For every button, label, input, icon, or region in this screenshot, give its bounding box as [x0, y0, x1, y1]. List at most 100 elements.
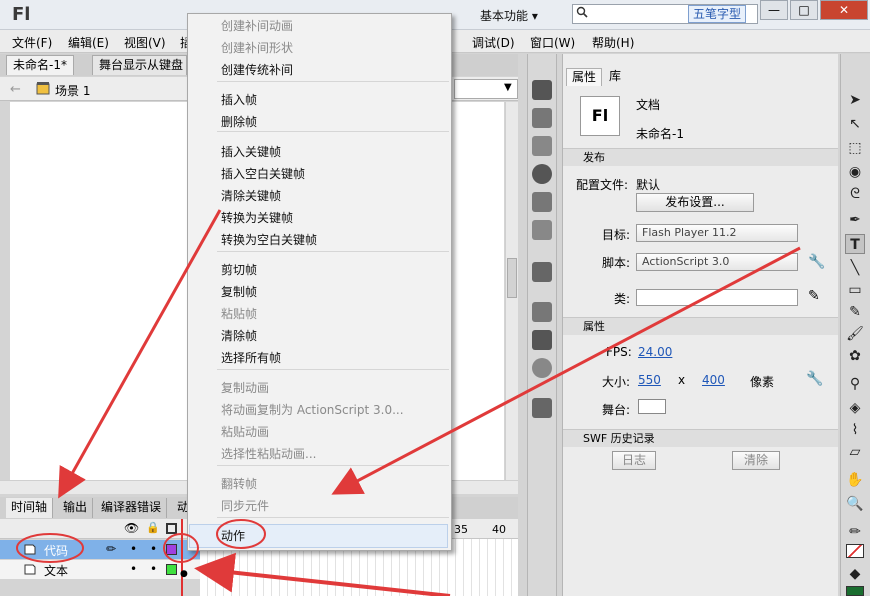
menu-file[interactable]: 文件(F) [12, 34, 52, 51]
scroll-thumb[interactable] [507, 258, 517, 298]
stage-color-swatch[interactable] [638, 399, 666, 414]
back-arrow-icon[interactable]: ← [10, 82, 21, 97]
height-value[interactable]: 400 [702, 373, 725, 387]
playhead[interactable] [181, 519, 183, 596]
fill-color-swatch[interactable] [846, 586, 864, 596]
history-icon[interactable] [532, 220, 552, 240]
pencil-icon[interactable]: ✎ [808, 288, 820, 304]
doc-tab-active[interactable]: 未命名-1* [6, 55, 74, 75]
ime-indicator[interactable]: 五笔字型 [688, 5, 747, 23]
pencil-tool-icon[interactable]: ✎ [845, 302, 865, 322]
3d-rotation-tool-icon[interactable]: ◉ [845, 162, 865, 182]
context-menu-item[interactable]: 同步元件 [221, 495, 269, 517]
menu-view[interactable]: 视图(V) [124, 34, 166, 51]
eye-icon[interactable]: 👁 [124, 521, 139, 535]
eraser-tool-icon[interactable]: ▱ [845, 442, 865, 462]
align-icon[interactable] [532, 136, 552, 156]
motion-presets-icon[interactable] [532, 358, 552, 378]
line-tool-icon[interactable]: ╲ [845, 258, 865, 278]
context-menu-item[interactable]: 转换为关键帧 [221, 207, 293, 229]
context-menu-item[interactable]: 创建补间动画 [221, 15, 293, 37]
doc-tab[interactable]: 舞台显示从键盘 [92, 55, 187, 75]
workspace-switcher[interactable]: 基本功能 ▾ [480, 7, 538, 24]
context-menu-item[interactable]: 粘贴帧 [221, 303, 257, 325]
stroke-color-icon[interactable]: ✏ [845, 522, 865, 542]
stroke-color-swatch[interactable] [846, 544, 864, 558]
tab-library[interactable]: 库 [604, 68, 626, 86]
subselection-tool-icon[interactable]: ↖ [845, 114, 865, 134]
tab-compiler-errors[interactable]: 编译器错误 [96, 498, 168, 518]
outline-icon[interactable] [166, 523, 177, 534]
class-input[interactable] [636, 289, 798, 306]
context-menu-item[interactable]: 清除关键帧 [221, 185, 281, 207]
transform-icon[interactable] [532, 192, 552, 212]
context-menu-item[interactable]: 剪切帧 [221, 259, 257, 281]
tab-timeline[interactable]: 时间轴 [6, 498, 54, 518]
paint-bucket-tool-icon[interactable]: ◈ [845, 398, 865, 418]
rectangle-tool-icon[interactable]: ▭ [845, 280, 865, 300]
context-menu-item[interactable]: 插入空白关键帧 [221, 163, 305, 185]
zoom-tool-icon[interactable]: 🔍 [845, 494, 865, 514]
eyedropper-tool-icon[interactable]: ⌇ [845, 420, 865, 440]
menu-debug[interactable]: 调试(D) [472, 34, 515, 51]
context-menu-item[interactable]: 选择所有帧 [221, 347, 281, 369]
maximize-icon[interactable]: □ [790, 0, 818, 20]
menu-edit[interactable]: 编辑(E) [68, 34, 109, 51]
context-menu-item[interactable]: 创建传统补间 [221, 59, 293, 81]
section-publish[interactable]: 发布 [563, 148, 838, 166]
hand-tool-icon[interactable]: ✋ [845, 470, 865, 490]
visibility-dot[interactable]: • [130, 542, 137, 556]
tab-output[interactable]: 输出 [58, 498, 94, 518]
section-properties[interactable]: 属性 [563, 317, 838, 335]
context-menu-item[interactable]: 插入帧 [221, 89, 257, 111]
fill-color-icon[interactable]: ◆ [845, 564, 865, 584]
close-icon[interactable]: ✕ [820, 0, 868, 20]
selection-tool-icon[interactable]: ➤ [845, 90, 865, 110]
context-menu-item[interactable]: 选择性粘贴动画... [221, 443, 316, 465]
lock-icon[interactable]: 🔒 [146, 521, 160, 534]
context-menu-item[interactable]: 动作 [221, 525, 245, 547]
context-menu-item[interactable]: 将动画复制为 ActionScript 3.0... [221, 399, 404, 421]
components-icon[interactable] [532, 330, 552, 350]
context-menu-item[interactable]: 复制动画 [221, 377, 269, 399]
layer-color-swatch[interactable] [166, 544, 177, 555]
bone-tool-icon[interactable]: ⚲ [845, 374, 865, 394]
lock-dot[interactable]: • [150, 542, 157, 556]
publish-settings-button[interactable]: 发布设置... [636, 193, 754, 212]
context-menu-item[interactable]: 创建补间形状 [221, 37, 293, 59]
context-menu-item[interactable]: 翻转帧 [221, 473, 257, 495]
context-menu-item[interactable]: 插入关键帧 [221, 141, 281, 163]
wrench-icon[interactable]: 🔧 [806, 371, 823, 387]
fps-value[interactable]: 24.00 [638, 345, 672, 359]
minimize-icon[interactable]: — [760, 0, 788, 20]
tab-properties[interactable]: 属性 [566, 68, 603, 86]
menu-help[interactable]: 帮助(H) [592, 34, 634, 51]
code-snippets-icon[interactable] [532, 302, 552, 322]
context-menu-item[interactable]: 转换为空白关键帧 [221, 229, 317, 251]
color-icon[interactable] [532, 80, 552, 100]
movie-explorer-icon[interactable] [532, 398, 552, 418]
context-menu-item[interactable]: 清除帧 [221, 325, 257, 347]
swatches-icon[interactable] [532, 108, 552, 128]
clear-button[interactable]: 清除 [732, 451, 780, 470]
free-transform-tool-icon[interactable]: ⬚ [845, 138, 865, 158]
log-button[interactable]: 日志 [612, 451, 656, 470]
target-select[interactable]: Flash Player 11.2 [636, 224, 798, 242]
context-menu-item[interactable]: 复制帧 [221, 281, 257, 303]
library-icon[interactable] [532, 262, 552, 282]
context-menu-item[interactable]: 粘贴动画 [221, 421, 269, 443]
width-value[interactable]: 550 [638, 373, 661, 387]
keyframe-dot[interactable]: ● [180, 569, 188, 579]
wrench-icon[interactable]: 🔧 [808, 254, 825, 270]
lock-dot[interactable]: • [150, 562, 157, 576]
pen-tool-icon[interactable]: ✒ [845, 210, 865, 230]
visibility-dot[interactable]: • [130, 562, 137, 576]
context-menu-item[interactable]: 删除帧 [221, 111, 257, 133]
text-tool-icon[interactable]: T [845, 234, 865, 254]
menu-window[interactable]: 窗口(W) [530, 34, 575, 51]
brush-tool-icon[interactable]: 🖌 [845, 324, 865, 344]
section-swf-history[interactable]: SWF 历史记录 [563, 429, 838, 447]
lasso-tool-icon[interactable]: ᘓ [845, 184, 865, 204]
deco-tool-icon[interactable]: ✿ [845, 346, 865, 366]
layer-color-swatch[interactable] [166, 564, 177, 575]
